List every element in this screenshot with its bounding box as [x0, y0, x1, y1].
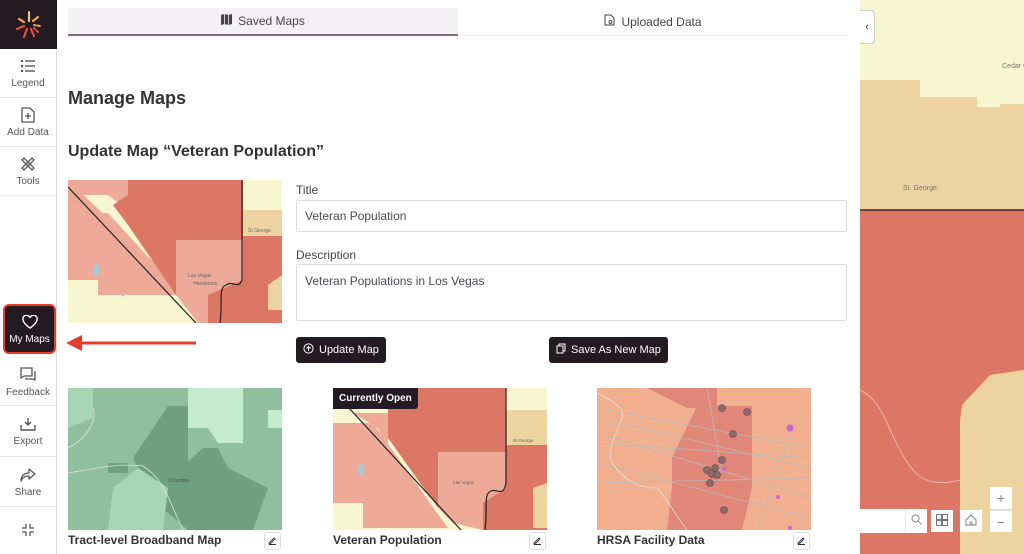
chevron-left-icon: ‹	[865, 21, 869, 33]
edit-button[interactable]	[529, 532, 546, 550]
manage-maps-panel: Saved Maps Uploaded Data Manage Maps Upd…	[57, 0, 860, 554]
sidebar-item-label: Feedback	[6, 386, 50, 398]
preview-label-henderson: Henderson	[193, 281, 218, 287]
pencil-icon	[533, 532, 542, 550]
logo-icon	[15, 10, 41, 38]
tab-label: Uploaded Data	[621, 14, 702, 29]
map-icon	[221, 14, 233, 28]
map-label-st-george: St. George	[903, 185, 937, 192]
map-thumbnail[interactable]	[597, 388, 811, 530]
copy-icon	[556, 343, 566, 357]
sidebar-item-label: Tools	[16, 176, 40, 187]
edit-button[interactable]	[793, 532, 810, 550]
add-file-icon	[21, 106, 35, 124]
map-thumbnail[interactable]: St George Las Vegas Currently Open	[333, 388, 547, 530]
tab-uploaded-data[interactable]: Uploaded Data	[458, 8, 848, 36]
home-icon	[965, 513, 977, 529]
search-icon	[911, 512, 922, 530]
map-card-title: Tract-level Broadband Map	[68, 533, 222, 547]
map-label-cedar-city: Cedar City	[1002, 63, 1024, 70]
sidebar-item-add-data[interactable]: Add Data	[0, 98, 56, 147]
basemap-gallery-button[interactable]	[931, 510, 953, 532]
chat-icon	[20, 366, 36, 384]
save-as-new-map-button[interactable]: Save As New Map	[549, 337, 668, 363]
page-title: Manage Maps	[68, 88, 187, 108]
tab-label: Saved Maps	[238, 14, 305, 28]
map-canvas[interactable]: Cedar City St. George	[860, 0, 1024, 554]
pencil-icon	[268, 532, 277, 550]
button-label: Save As New Map	[571, 344, 661, 356]
tools-icon	[20, 155, 36, 173]
share-icon	[20, 466, 36, 484]
title-input[interactable]	[296, 200, 847, 232]
map-card-title: HRSA Facility Data	[597, 533, 705, 547]
pencil-icon	[797, 532, 806, 550]
sidebar-collapse-button[interactable]	[0, 508, 56, 554]
thumbnail-label: Columbia	[168, 478, 189, 484]
title-label: Title	[296, 183, 319, 197]
sidebar-item-label: Export	[13, 436, 43, 447]
sidebar-item-my-maps[interactable]: My Maps	[3, 304, 56, 354]
preview-label-las-vegas: Las Vegas	[188, 273, 212, 279]
tabs: Saved Maps Uploaded Data	[68, 8, 848, 36]
map-card-title: Veteran Population	[333, 533, 442, 547]
update-map-button[interactable]: Update Map	[296, 337, 386, 363]
sidebar-item-share[interactable]: Share	[0, 457, 56, 507]
sidebar-item-label: My Maps	[9, 334, 50, 345]
update-map-heading: Update Map “Veteran Population”	[68, 143, 325, 160]
zoom-out-button[interactable]: −	[990, 510, 1012, 532]
sidebar-item-feedback[interactable]: Feedback	[0, 358, 56, 406]
annotation-arrow	[66, 333, 198, 358]
app: Legend Add Data Tools My Maps Feedback E…	[0, 0, 1024, 554]
map-search-button[interactable]	[905, 510, 927, 532]
home-button[interactable]	[960, 510, 982, 532]
map-card-current[interactable]: St George Las Vegas Currently Open Veter…	[333, 388, 547, 550]
cloud-upload-icon	[303, 343, 314, 357]
grid-icon	[936, 513, 948, 529]
map-preview: St George Las Vegas Henderson	[68, 180, 282, 323]
map-thumbnail[interactable]: Columbia	[68, 388, 282, 530]
sidebar-item-tools[interactable]: Tools	[0, 147, 56, 196]
sidebar-item-label: Add Data	[7, 127, 49, 138]
sidebar-item-export[interactable]: Export	[0, 406, 56, 457]
panel-collapse-button[interactable]: ‹	[860, 10, 875, 44]
currently-open-badge: Currently Open	[333, 388, 418, 409]
description-label: Description	[296, 248, 357, 262]
file-icon	[604, 14, 615, 29]
download-icon	[20, 415, 36, 433]
logo[interactable]	[0, 0, 57, 49]
sidebar: Legend Add Data Tools My Maps Feedback E…	[0, 0, 57, 554]
zoom-in-button[interactable]: +	[990, 487, 1012, 509]
heart-icon	[21, 313, 38, 331]
tab-saved-maps[interactable]: Saved Maps	[68, 8, 458, 36]
map-search-box[interactable]	[860, 509, 927, 533]
sidebar-item-label: Legend	[11, 78, 45, 89]
sidebar-item-label: Share	[14, 486, 42, 498]
sidebar-item-legend[interactable]: Legend	[0, 49, 56, 98]
list-icon	[20, 57, 36, 75]
preview-label-st-george: St George	[248, 228, 271, 234]
map-card[interactable]: Columbia Tract-level Broadband Map	[68, 388, 282, 550]
thumbnail-label: Las Vegas	[453, 480, 475, 485]
thumbnail-label-town: St George	[513, 438, 534, 443]
collapse-icon	[21, 521, 35, 539]
edit-button[interactable]	[264, 532, 281, 550]
description-textarea[interactable]: Veteran Populations in Los Vegas	[296, 264, 847, 321]
button-label: Update Map	[319, 344, 379, 356]
map-card[interactable]: HRSA Facility Data	[597, 388, 811, 550]
